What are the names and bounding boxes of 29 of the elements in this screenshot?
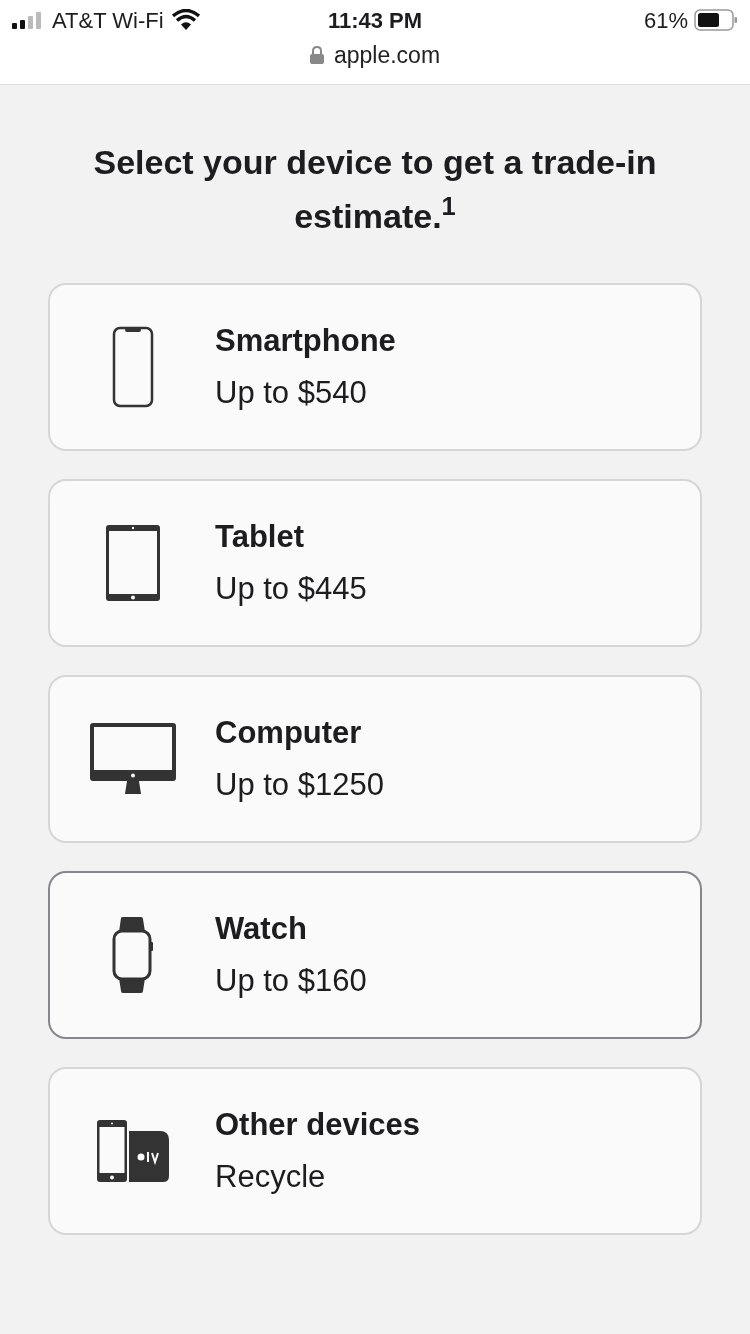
lock-icon [309, 46, 324, 64]
device-name: Computer [215, 713, 363, 752]
trade-in-value: Up to $1250 [215, 766, 384, 804]
smartphone-icon [111, 326, 154, 408]
monitor-icon [88, 722, 177, 796]
address-url[interactable]: apple.com [333, 37, 441, 73]
trade-in-value: Recycle [215, 1158, 327, 1196]
carrier-name: AT&T Wi-Fi [52, 6, 164, 35]
phone-and-tv-box-icon [95, 1119, 170, 1183]
trade-in-value: Up to $160 [215, 962, 367, 1000]
wifi-icon [171, 9, 200, 31]
device-name: Smartphone [215, 321, 396, 360]
watch-icon [110, 916, 155, 994]
device-option-card[interactable]: Tablet Up to $445 [48, 479, 702, 647]
signal-icon [12, 11, 44, 29]
device-option-card[interactable]: Smartphone Up to $540 [48, 283, 702, 451]
trade-in-value: Up to $445 [215, 570, 367, 608]
device-name: Tablet [215, 517, 305, 556]
device-option-card[interactable]: Other devices Recycle [48, 1067, 702, 1235]
battery-percentage: 61% [643, 6, 688, 35]
tablet-icon [104, 524, 161, 602]
page-heading: Select your device to get a trade-in estimate.$^{1}$ [92, 142, 658, 237]
device-name: Watch [215, 909, 308, 948]
device-option-card[interactable]: Computer Up to $1250 [48, 675, 702, 843]
trade-in-value: Up to $540 [215, 374, 368, 412]
device-name: Other devices [215, 1105, 421, 1144]
device-option-card[interactable]: Watch Up to $160 [48, 871, 702, 1039]
battery-icon [694, 9, 738, 31]
clock-time: 11:43 PM [327, 6, 423, 35]
